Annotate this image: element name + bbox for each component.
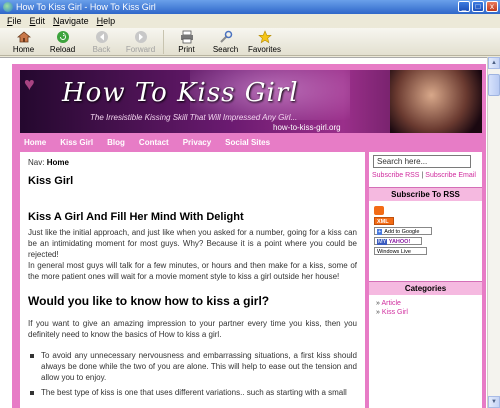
section-heading: Would you like to know how to kiss a gir…	[28, 294, 270, 308]
site-header-banner[interactable]: ♥ How To Kiss Girl The Irresistible Kiss…	[20, 70, 482, 133]
menu-file[interactable]: File	[3, 14, 26, 28]
favorites-button[interactable]: Favorites	[245, 28, 284, 56]
maximize-button[interactable]: □	[472, 1, 484, 12]
xml-badge[interactable]: XML	[374, 217, 394, 225]
paragraph: If you want to give an amazing impressio…	[28, 319, 357, 339]
nav-social-sites[interactable]: Social Sites	[225, 135, 270, 150]
heart-icon: ♥	[24, 74, 35, 94]
nav-home[interactable]: Home	[24, 135, 46, 150]
nav-privacy[interactable]: Privacy	[183, 135, 211, 150]
forward-arrow-icon	[134, 30, 148, 44]
browser-viewport[interactable]: ♥ How To Kiss Girl The Irresistible Kiss…	[0, 57, 487, 408]
window-titlebar: How To Kiss Girl - How To Kiss Girl _ □ …	[0, 0, 500, 14]
star-icon	[257, 30, 272, 44]
window-controls: _ □ x	[458, 1, 498, 12]
menu-navigate[interactable]: Navigate	[49, 14, 93, 28]
subscribe-links: Subscribe RSS | Subscribe Email	[372, 172, 476, 179]
minimize-button[interactable]: _	[458, 1, 470, 12]
app-icon	[3, 2, 13, 12]
add-to-google-label: Add to Google	[384, 229, 420, 235]
site-tagline: The Irresistible Kissing Skill That Will…	[90, 113, 298, 122]
close-button[interactable]: x	[486, 1, 498, 12]
rss-widget-heading: Subscribe To RSS	[369, 187, 482, 201]
scrollbar-thumb[interactable]	[488, 74, 500, 96]
forward-button[interactable]: Forward	[121, 28, 160, 56]
search-input[interactable]: Search here...	[373, 155, 471, 168]
site-nav: Home Kiss Girl Blog Contact Privacy Soci…	[20, 135, 482, 150]
add-to-google-badge[interactable]: + Add to Google	[374, 227, 432, 235]
list-item: To avoid any unnecessary nervousness and…	[28, 350, 357, 383]
plus-icon: +	[377, 229, 383, 235]
home-icon	[16, 30, 31, 44]
my-yahoo-my: MY	[377, 239, 388, 245]
category-kiss-girl[interactable]: Kiss Girl	[376, 308, 408, 317]
home-label: Home	[12, 45, 35, 54]
page-title: Kiss Girl	[28, 175, 74, 187]
main-content: Nav: Home Kiss Girl Kiss A Girl And Fill…	[20, 152, 365, 408]
subscribe-rss-link[interactable]: Subscribe RSS	[372, 172, 419, 179]
print-label: Print	[178, 45, 195, 54]
site-url: how-to-kiss-girl.org	[273, 123, 341, 132]
back-button[interactable]: Back	[82, 28, 121, 56]
windows-live-badge[interactable]: Windows Live	[374, 247, 427, 255]
back-label: Back	[92, 45, 111, 54]
section-heading: Kiss A Girl And Fill Her Mind With Delig…	[28, 211, 244, 223]
search-tools-icon	[219, 30, 233, 44]
reload-label: Reload	[49, 45, 76, 54]
categories-heading: Categories	[369, 281, 482, 295]
nav-blog[interactable]: Blog	[107, 135, 125, 150]
page-frame: ♥ How To Kiss Girl The Irresistible Kiss…	[12, 64, 486, 408]
paragraph: Just like the initial approach, and just…	[28, 228, 357, 259]
feed-badges: XML + Add to Google MY YAHOO! Windows Liv…	[374, 206, 432, 255]
my-yahoo-label: YAHOO!	[388, 239, 411, 245]
sidebar: Search here... Subscribe RSS | Subscribe E…	[369, 152, 482, 408]
breadcrumb-prefix: Nav:	[28, 158, 45, 167]
window-title: How To Kiss Girl - How To Kiss Girl	[16, 2, 156, 12]
search-label: Search	[212, 45, 239, 54]
nav-contact[interactable]: Contact	[139, 135, 169, 150]
reload-button[interactable]: Reload	[43, 28, 82, 56]
menu-help[interactable]: Help	[93, 14, 120, 28]
breadcrumb: Nav: Home	[28, 158, 357, 167]
search-button[interactable]: Search	[206, 28, 245, 56]
menu-edit[interactable]: Edit	[26, 14, 50, 28]
printer-icon	[180, 30, 194, 44]
toolbar-separator	[163, 30, 164, 54]
tips-list: To avoid any unnecessary nervousness and…	[28, 350, 357, 398]
scroll-up-arrow-icon[interactable]: ▲	[488, 57, 500, 69]
categories-list: Article Kiss Girl	[376, 299, 408, 317]
category-article[interactable]: Article	[376, 299, 408, 308]
back-arrow-icon	[95, 30, 109, 44]
forward-label: Forward	[125, 45, 156, 54]
nav-kiss-girl[interactable]: Kiss Girl	[60, 135, 93, 150]
scroll-down-arrow-icon[interactable]: ▼	[488, 396, 500, 408]
my-yahoo-badge[interactable]: MY YAHOO!	[374, 237, 422, 245]
breadcrumb-current[interactable]: Home	[47, 158, 69, 167]
link-separator: |	[421, 172, 424, 179]
home-button[interactable]: Home	[4, 28, 43, 56]
rss-feed-icon[interactable]	[374, 206, 384, 215]
print-button[interactable]: Print	[167, 28, 206, 56]
vertical-scrollbar[interactable]: ▲ ▼	[487, 57, 500, 408]
subscribe-email-link[interactable]: Subscribe Email	[425, 172, 476, 179]
reload-icon	[56, 30, 70, 44]
couple-photo	[390, 70, 482, 133]
site-title: How To Kiss Girl	[62, 78, 299, 108]
menu-bar: File Edit Navigate Help	[0, 14, 500, 28]
paragraph: In general most guys will talk for a few…	[28, 261, 357, 281]
list-item: The best type of kiss is one that uses d…	[28, 387, 357, 398]
toolbar: Home Reload Back Forward Print Search Fa…	[0, 28, 500, 56]
favorites-label: Favorites	[248, 45, 281, 54]
